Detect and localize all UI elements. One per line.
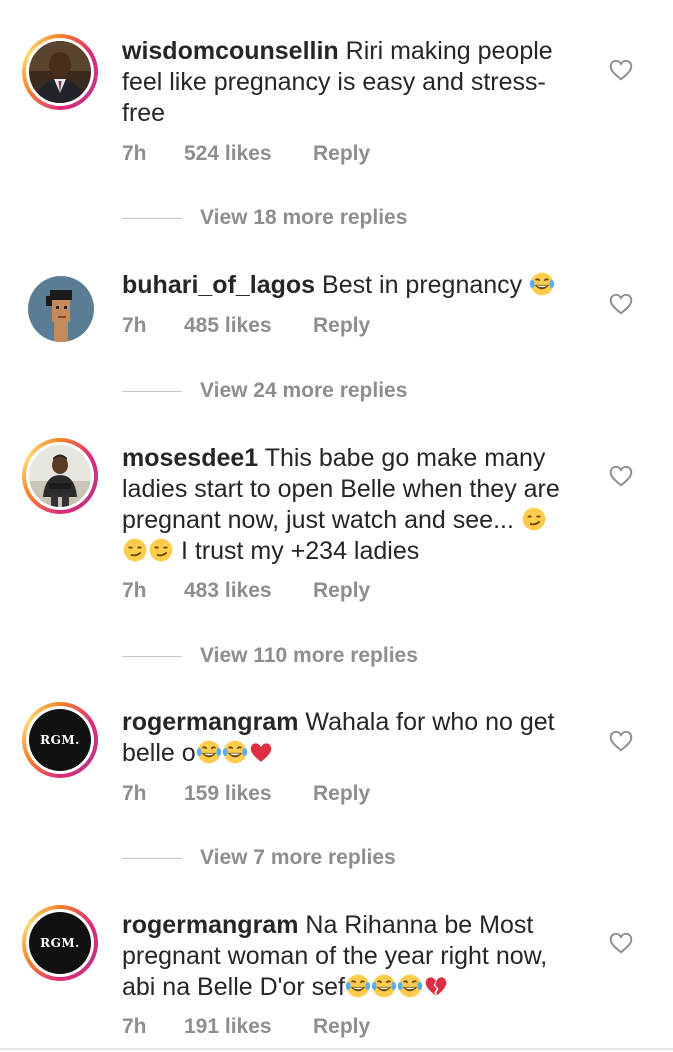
red-heart-emoji	[248, 739, 274, 765]
laughing-tears-emoji	[222, 739, 248, 765]
avatar-ring[interactable]: RGM.	[22, 905, 98, 981]
avatar	[28, 276, 94, 342]
comment-likes[interactable]: 524 likes	[184, 142, 313, 166]
view-replies-button[interactable]: View 18 more replies	[122, 206, 407, 230]
avatar: RGM.	[29, 709, 91, 771]
avatar-logo-text: RGM.	[40, 936, 80, 950]
view-replies-button[interactable]: View 7 more replies	[122, 846, 396, 870]
comment-time: 7h	[122, 1015, 147, 1038]
reply-button[interactable]: Reply	[313, 579, 370, 603]
avatar-ring[interactable]: RGM.	[22, 702, 98, 778]
laughing-tears-emoji	[397, 973, 423, 999]
view-replies-label: View 18 more replies	[200, 206, 408, 229]
comment-likes[interactable]: 483 likes	[184, 579, 313, 603]
comment-time: 7h	[122, 314, 147, 337]
avatar-logo-text: RGM.	[40, 733, 80, 747]
avatar	[29, 41, 91, 103]
comment-time: 7h	[122, 142, 147, 165]
reply-button[interactable]: Reply	[313, 314, 370, 338]
comment-likes[interactable]: 159 likes	[184, 782, 313, 806]
view-replies-button[interactable]: View 110 more replies	[122, 644, 418, 668]
divider	[122, 390, 182, 392]
laughing-tears-emoji	[371, 973, 397, 999]
comment-text-continued: I trust my +234 ladies	[174, 537, 420, 565]
view-replies-label: View 24 more replies	[200, 379, 408, 402]
comment-username[interactable]: rogermangram	[122, 911, 298, 939]
smirk-emoji	[521, 506, 547, 532]
comment-text: Best in pregnancy	[315, 271, 530, 299]
divider	[122, 857, 182, 859]
laughing-tears-emoji	[345, 973, 371, 999]
view-replies-button[interactable]: View 24 more replies	[122, 379, 407, 403]
comment-time: 7h	[122, 579, 147, 602]
reply-button[interactable]: Reply	[313, 1015, 370, 1039]
heart-outline-icon[interactable]	[608, 291, 634, 317]
avatar	[29, 445, 91, 507]
comment-time: 7h	[122, 782, 147, 805]
avatar-ring[interactable]	[22, 438, 98, 514]
reply-button[interactable]: Reply	[313, 142, 370, 166]
comment-username[interactable]: rogermangram	[122, 708, 298, 736]
broken-heart-emoji	[423, 973, 449, 999]
view-replies-label: View 110 more replies	[200, 644, 418, 667]
divider	[122, 655, 182, 657]
comment-likes[interactable]: 485 likes	[184, 314, 313, 338]
smirk-emoji	[122, 537, 148, 563]
comment-username[interactable]: mosesdee1	[122, 444, 258, 472]
avatar: RGM.	[29, 912, 91, 974]
laughing-tears-emoji	[196, 739, 222, 765]
heart-outline-icon[interactable]	[608, 463, 634, 489]
avatar-ring[interactable]	[22, 270, 98, 346]
laughing-tears-emoji	[529, 271, 555, 297]
heart-outline-icon[interactable]	[608, 57, 634, 83]
smirk-emoji	[148, 537, 174, 563]
avatar-ring[interactable]	[22, 34, 98, 110]
divider	[122, 217, 182, 219]
view-replies-label: View 7 more replies	[200, 846, 396, 869]
divider	[0, 1048, 673, 1050]
comment-username[interactable]: buhari_of_lagos	[122, 271, 315, 299]
heart-outline-icon[interactable]	[608, 728, 634, 754]
comment-likes[interactable]: 191 likes	[184, 1015, 313, 1039]
comment-username[interactable]: wisdomcounsellin	[122, 37, 339, 65]
reply-button[interactable]: Reply	[313, 782, 370, 806]
heart-outline-icon[interactable]	[608, 930, 634, 956]
